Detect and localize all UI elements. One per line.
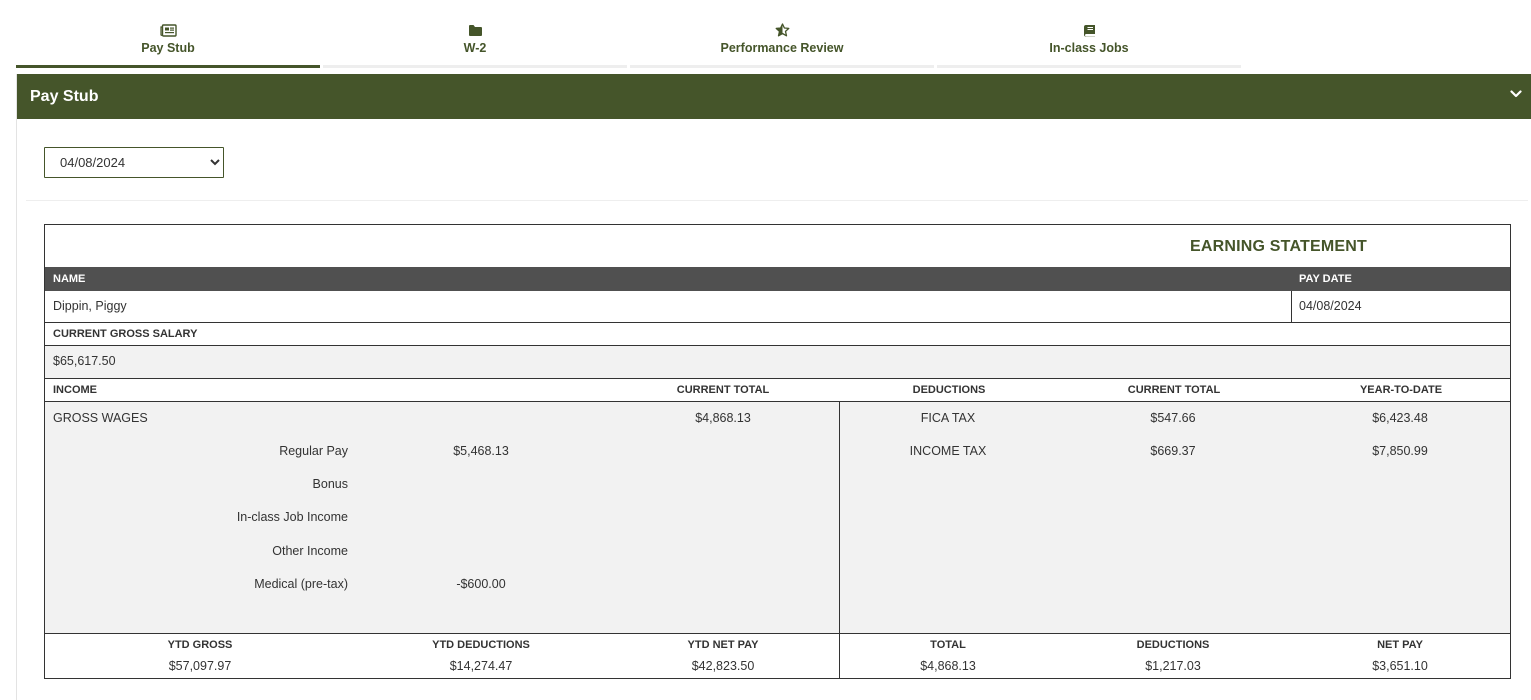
employee-name: Dippin, Piggy — [45, 291, 1292, 322]
statement-title: EARNING STATEMENT — [1189, 238, 1367, 255]
current-totals: TOTAL $4,868.13 DEDUCTIONS $1,217.03 NET… — [840, 634, 1510, 678]
pay-stub-panel: Pay Stub 04/08/2024 EARNING STATEMENT NA… — [16, 74, 1531, 700]
tab-label: In-class Jobs — [1049, 41, 1129, 55]
income-item-label: In-class Job Income — [236, 510, 348, 524]
deductions-total-value: $1,217.03 — [1145, 659, 1201, 673]
ytd-net-pay-label: YTD NET PAY — [687, 639, 759, 651]
net-pay-label: NET PAY — [1377, 639, 1423, 651]
column-headers: INCOME CURRENT TOTAL DEDUCTIONS CURRENT … — [45, 379, 1510, 402]
income-item-value: $5,468.13 — [453, 444, 509, 458]
pay-date-select[interactable]: 04/08/2024 — [44, 147, 224, 178]
deductions-section: FICA TAX $547.66 $6,423.48 INCOME TAX $6… — [840, 402, 1510, 633]
income-header: INCOME — [53, 384, 97, 396]
panel-title: Pay Stub — [30, 87, 99, 105]
deduction-ytd: $7,850.99 — [1372, 444, 1428, 458]
name-row: Dippin, Piggy 04/08/2024 — [45, 291, 1510, 323]
folder-icon — [468, 22, 483, 38]
ytd-deductions-label: YTD DEDUCTIONS — [432, 639, 530, 651]
total-label: TOTAL — [930, 639, 966, 651]
tab-label: Performance Review — [720, 41, 844, 55]
income-item-label: Bonus — [312, 477, 348, 491]
tab-performance-review[interactable]: Performance Review — [630, 0, 934, 68]
gross-wages-value: $4,868.13 — [695, 411, 751, 425]
gross-wages-label: GROSS WAGES — [53, 411, 148, 425]
tab-bar: Pay Stub W-2 Performance Review In-class… — [16, 0, 1242, 68]
income-item-label: Regular Pay — [279, 444, 348, 458]
tab-label: Pay Stub — [141, 41, 195, 55]
newspaper-icon — [159, 22, 177, 38]
total-value: $4,868.13 — [920, 659, 976, 673]
gross-salary-value: $65,617.50 — [45, 346, 1510, 379]
tab-label: W-2 — [463, 41, 487, 55]
income-item-label: Other Income — [272, 544, 348, 558]
income-section: GROSS WAGES $4,868.13 Regular Pay $5,468… — [45, 402, 840, 633]
divider — [26, 200, 1528, 201]
ytd-net-pay-value: $42,823.50 — [691, 659, 755, 673]
deduction-current: $669.37 — [1150, 444, 1196, 458]
deduction-label: INCOME TAX — [909, 444, 987, 458]
ytd-gross-label: YTD GROSS — [167, 639, 233, 651]
deduction-label: FICA TAX — [920, 411, 976, 425]
ytd-deductions-value: $14,274.47 — [449, 659, 513, 673]
star-half-icon — [775, 22, 790, 38]
pay-date-label: PAY DATE — [1299, 273, 1352, 285]
earning-statement: EARNING STATEMENT NAME PAY DATE Dippin, … — [44, 224, 1511, 679]
tab-w2[interactable]: W-2 — [323, 0, 627, 68]
deduction-ytd: $6,423.48 — [1372, 411, 1428, 425]
gross-salary-label: CURRENT GROSS SALARY — [45, 323, 1510, 346]
deductions-current-total-header: CURRENT TOTAL — [1127, 384, 1221, 396]
tab-in-class-jobs[interactable]: In-class Jobs — [937, 0, 1241, 68]
totals-row: YTD GROSS $57,097.97 YTD DEDUCTIONS $14,… — [45, 634, 1510, 678]
net-pay-value: $3,651.10 — [1372, 659, 1428, 673]
income-item-label: Medical (pre-tax) — [254, 577, 348, 591]
year-to-date-header: YEAR-TO-DATE — [1359, 384, 1443, 396]
name-label: NAME — [53, 273, 86, 285]
deduction-current: $547.66 — [1150, 411, 1196, 425]
ytd-gross-value: $57,097.97 — [168, 659, 232, 673]
name-header-bar: NAME PAY DATE — [45, 267, 1510, 291]
deductions-total-label: DEDUCTIONS — [1136, 639, 1210, 651]
chevron-down-icon[interactable] — [1509, 87, 1523, 101]
tab-pay-stub[interactable]: Pay Stub — [16, 0, 320, 68]
ytd-totals: YTD GROSS $57,097.97 YTD DEDUCTIONS $14,… — [45, 634, 840, 678]
book-icon — [1083, 22, 1096, 38]
panel-header[interactable]: Pay Stub — [17, 74, 1531, 119]
pay-date-value: 04/08/2024 — [1299, 299, 1362, 313]
deductions-header: DEDUCTIONS — [912, 384, 986, 396]
statement-title-row: EARNING STATEMENT — [45, 225, 1510, 267]
current-total-header: CURRENT TOTAL — [676, 384, 770, 396]
income-item-value: -$600.00 — [456, 577, 506, 591]
statement-body: GROSS WAGES $4,868.13 Regular Pay $5,468… — [45, 402, 1510, 634]
